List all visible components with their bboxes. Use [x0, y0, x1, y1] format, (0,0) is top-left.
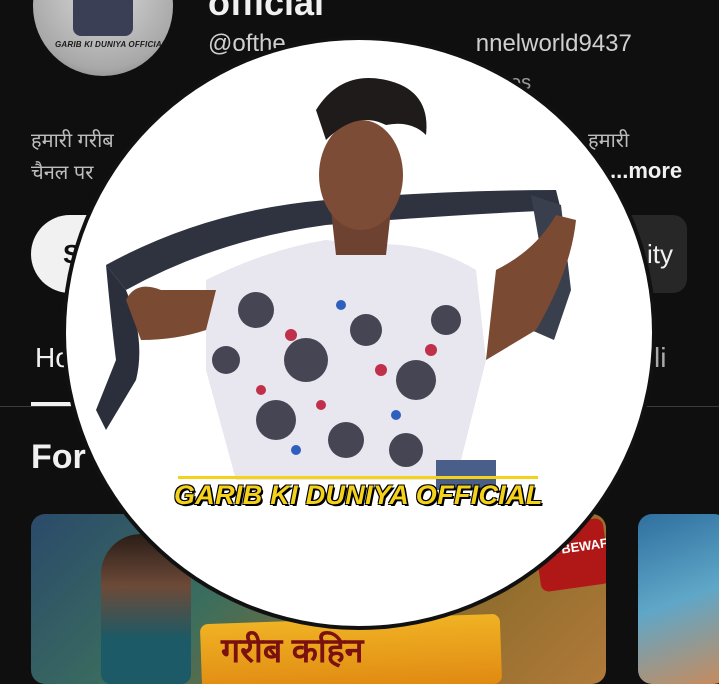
logo-underline: [178, 476, 538, 479]
avatar-logo-overlay-text: GARIB KI DUNIYA OFFICIAL: [174, 480, 543, 510]
avatar-figure: [73, 0, 133, 36]
avatar-photo: [96, 78, 576, 490]
avatar-enlarged-view[interactable]: GARIB KI DUNIYA OFFICIAL: [66, 40, 652, 626]
thumbnail-title-text: गरीब कहिन: [221, 632, 364, 670]
channel-title: official: [208, 0, 325, 23]
